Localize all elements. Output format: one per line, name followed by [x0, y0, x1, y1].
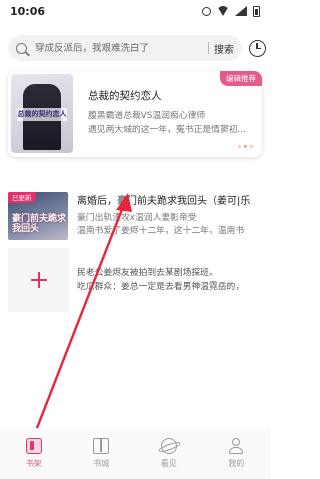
notice-text: 民老公姜烬友被拍到去某剧场探班。 吃瓜群众：姜总一定是去看男神温霓岳的， — [77, 266, 262, 294]
search-row: 搜索 — [8, 35, 266, 61]
notice-line: 吃瓜群众：姜总一定是去看男神温霓岳的， — [77, 282, 245, 292]
editor-pick-badge: 编辑推荐 — [220, 71, 262, 86]
recommendation-title[interactable]: 总裁的契约恋人 — [88, 88, 162, 103]
tab-profile[interactable]: 我的 — [203, 428, 271, 479]
desc-line: 腹黑霸道总裁VS温润痴心律师 — [88, 111, 206, 121]
add-book-button[interactable] — [8, 248, 69, 312]
book-cover[interactable]: 已更新 豪门前夫跪求我回头 — [8, 192, 68, 240]
signal-icon — [235, 6, 247, 16]
status-icons — [202, 5, 260, 17]
status-time: 10:06 — [10, 4, 46, 18]
dnd-icon — [202, 6, 211, 16]
tab-label: 书城 — [93, 459, 110, 468]
tab-label: 书架 — [25, 459, 42, 468]
tab-discover[interactable]: 看见 — [135, 428, 203, 479]
plus-icon — [30, 272, 47, 288]
updated-badge: 已更新 — [8, 192, 36, 203]
wifi-icon — [217, 6, 229, 16]
bottom-tab-bar: 书架 书城 看见 我的 — [0, 428, 270, 479]
tab-label: 我的 — [228, 459, 245, 468]
tab-label: 看见 — [160, 459, 177, 468]
search-divider — [208, 42, 209, 54]
history-icon[interactable] — [249, 39, 266, 57]
carousel-dot — [250, 145, 253, 148]
carousel-dots — [238, 145, 253, 148]
status-bar: 10:06 — [0, 0, 270, 22]
recommendation-desc: 腹黑霸道总裁VS温润痴心律师 遇见两大城的这一年，冤书正是情窦初... — [88, 109, 256, 137]
desc-line: 温南书爱了姜烬十二年，这十二年，温南书 — [77, 225, 245, 236]
book-title[interactable]: 离婚后，豪门前夫跪求我回头（姜可|乐 — [77, 192, 266, 207]
cover-title: 总裁的契约恋人 — [17, 108, 67, 121]
search-input[interactable] — [35, 42, 203, 54]
desc-line: 豪门出轨渣攻x温润人妻影帝受 — [77, 213, 197, 223]
tab-bookstore[interactable]: 书城 — [68, 428, 136, 479]
book-icon — [93, 438, 110, 454]
notice-line: 民老公姜烬友被拍到去某剧场探班。 — [77, 268, 218, 278]
user-icon — [228, 438, 244, 454]
cover-title: 豪门前夫跪求我回头 — [12, 214, 67, 234]
recommendation-cover[interactable]: 总裁的契约恋人 — [11, 74, 73, 153]
search-button[interactable]: 搜索 — [214, 41, 234, 56]
bookshelf-icon — [25, 438, 42, 454]
battery-icon — [253, 5, 260, 17]
planet-icon — [160, 438, 177, 454]
search-box[interactable]: 搜索 — [8, 35, 242, 61]
carousel-dot — [238, 145, 241, 148]
shelf-book-item[interactable]: 已更新 豪门前夫跪求我回头 离婚后，豪门前夫跪求我回头（姜可|乐 豪门出轨渣攻x… — [8, 192, 266, 240]
desc-line: 遇见两大城的这一年，冤书正是情窦初... — [88, 125, 246, 135]
carousel-dot-active — [244, 145, 247, 148]
book-desc: 豪门出轨渣攻x温润人妻影帝受 温南书爱了姜烬十二年，这十二年，温南书 — [77, 212, 266, 237]
search-icon — [16, 42, 27, 54]
recommendation-card[interactable]: 总裁的契约恋人 编辑推荐 总裁的契约恋人 腹黑霸道总裁VS温润痴心律师 遇见两大… — [8, 71, 262, 157]
tab-bookshelf[interactable]: 书架 — [0, 428, 68, 479]
